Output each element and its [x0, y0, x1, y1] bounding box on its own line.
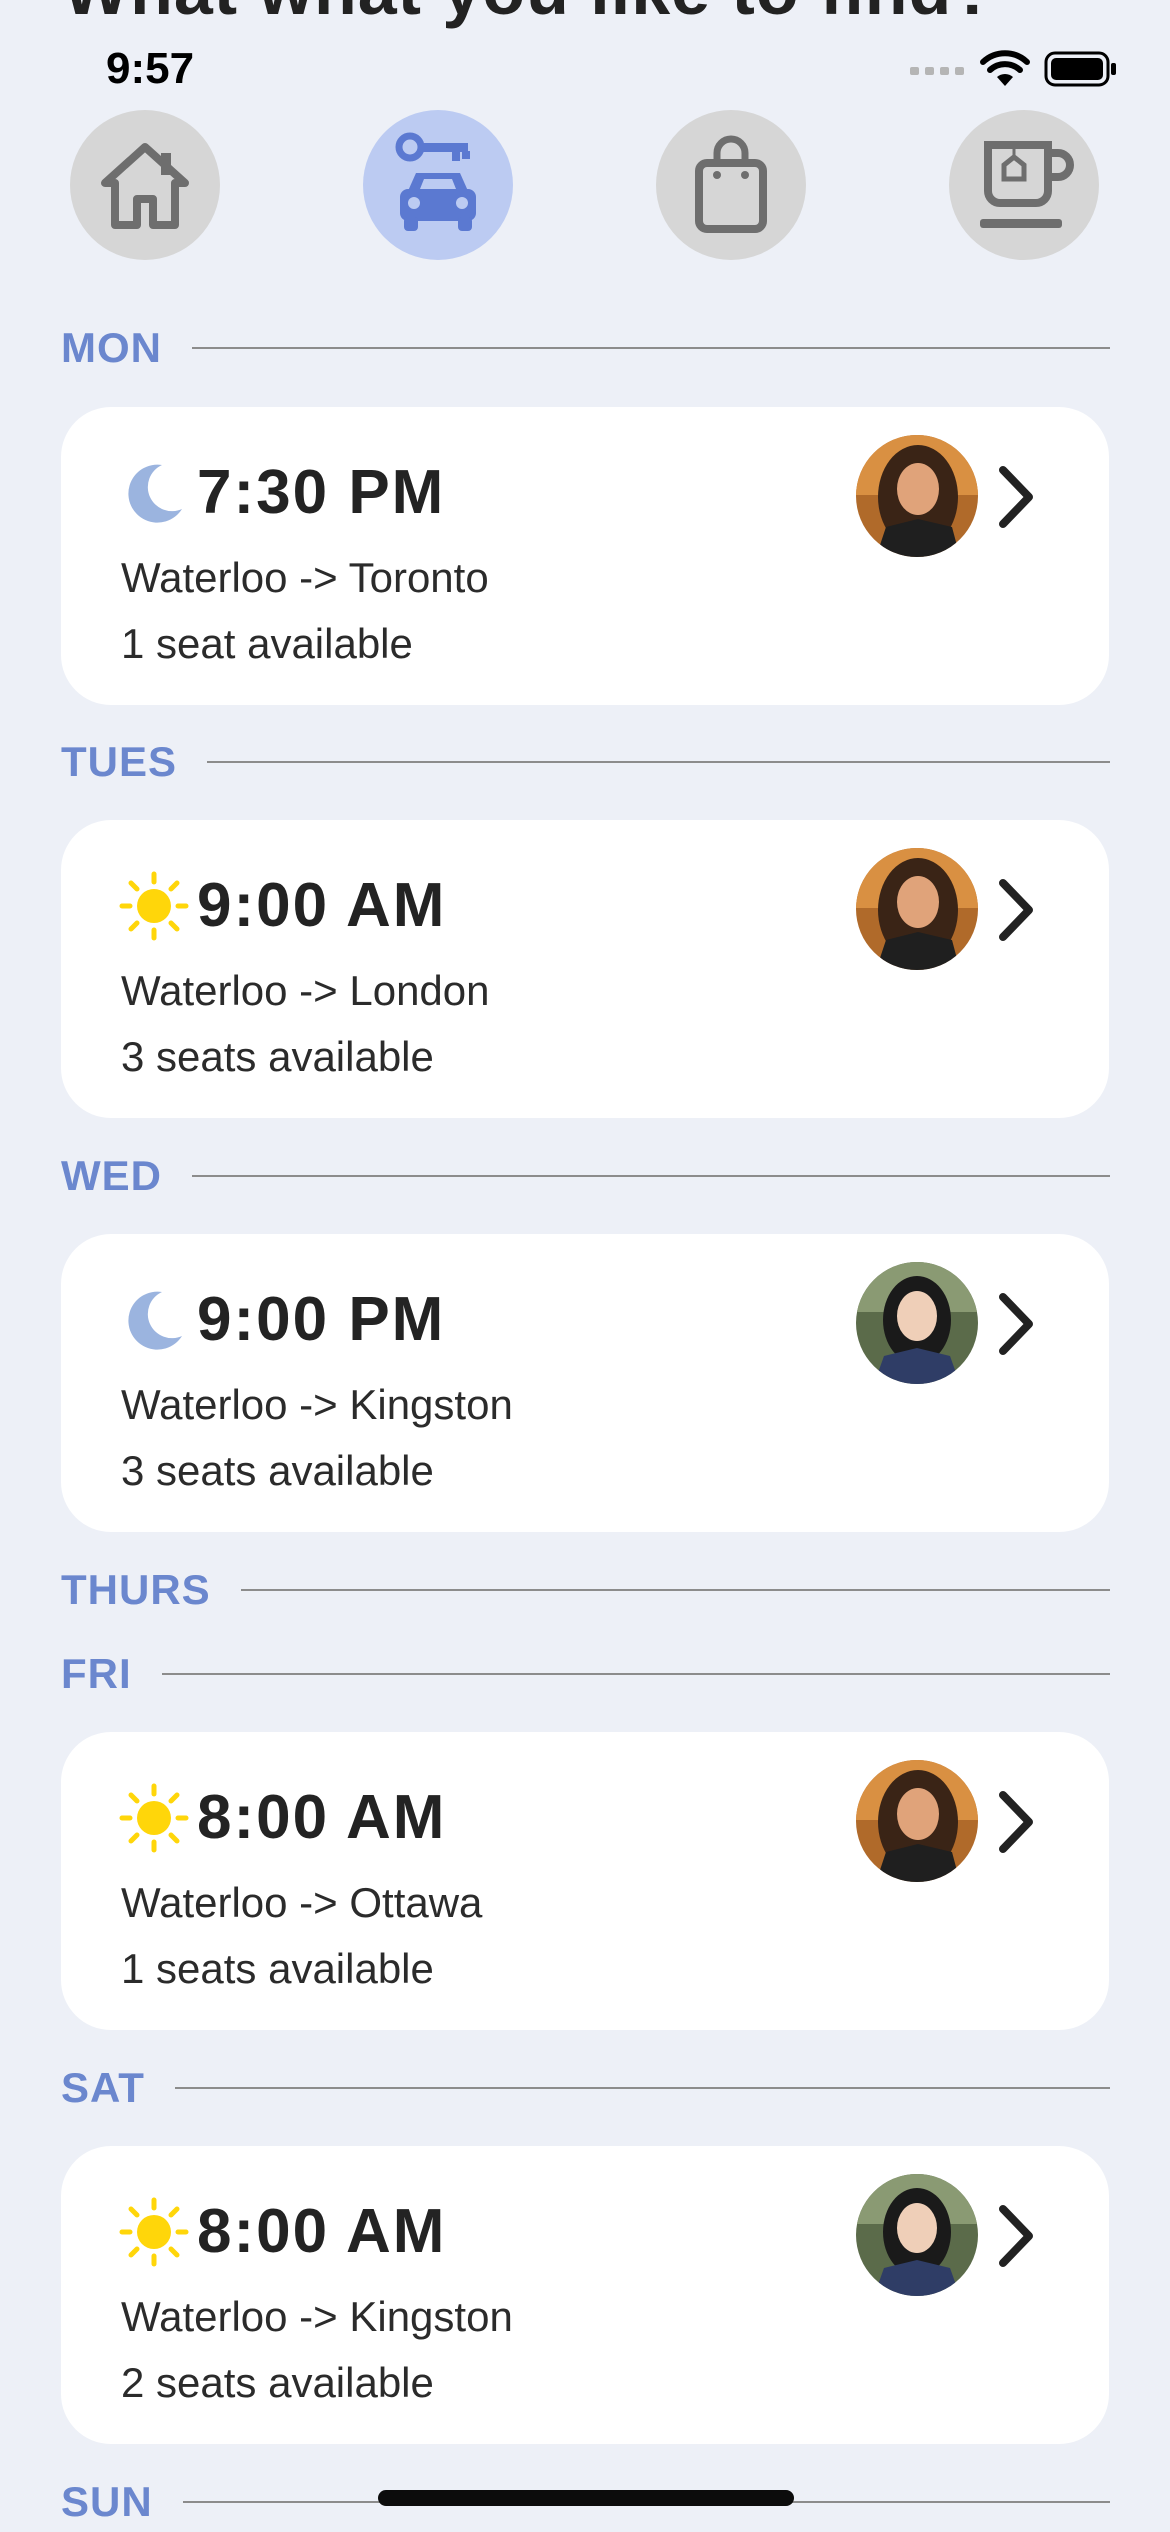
ride-seats: 2 seats available — [121, 2359, 434, 2406]
car-key-icon — [395, 132, 476, 231]
chevron-right-icon[interactable] — [991, 1289, 1041, 1359]
ride-time-row: 8:00 AM — [119, 2196, 446, 2267]
category-home-button[interactable] — [70, 110, 220, 260]
sun-icon — [119, 1783, 189, 1853]
driver-avatar[interactable] — [856, 1760, 978, 1882]
day-label: FRI — [61, 1650, 132, 1697]
screen: What what you like to find? 9:57 — [0, 0, 1170, 2532]
ride-route: Waterloo -> Kingston — [121, 1381, 513, 1428]
divider — [174, 2087, 1110, 2089]
ride-card[interactable]: 9:00 PM Waterloo -> Kingston 3 seats ava… — [61, 1234, 1109, 1532]
ride-time: 8:00 AM — [197, 2197, 447, 2266]
chevron-right-icon[interactable] — [991, 1787, 1041, 1857]
ride-time-row: 7:30 PM — [119, 457, 445, 528]
ride-route: Waterloo -> Ottawa — [121, 1879, 483, 1926]
driver-avatar[interactable] — [856, 1262, 978, 1384]
battery-icon — [1044, 51, 1118, 92]
sun-icon — [119, 871, 189, 941]
sun-icon — [119, 2197, 189, 2267]
ride-route: Waterloo -> Toronto — [121, 554, 489, 601]
coffee-cup-icon — [980, 141, 1074, 228]
ride-card[interactable]: 8:00 AM Waterloo -> Ottawa 1 seats avail… — [61, 1732, 1109, 2030]
ride-time-row: 9:00 PM — [119, 1284, 445, 1355]
day-header-fri: FRI — [61, 1649, 1110, 1699]
day-header-tues: TUES — [61, 737, 1110, 787]
divider — [161, 1673, 1110, 1675]
ride-card[interactable]: 8:00 AM Waterloo -> Kingston 2 seats ava… — [61, 2146, 1109, 2444]
divider — [207, 761, 1110, 763]
chevron-right-icon[interactable] — [991, 462, 1041, 532]
moon-icon — [119, 1285, 189, 1355]
ride-time: 8:00 AM — [197, 1783, 447, 1852]
chevron-right-icon[interactable] — [991, 2201, 1041, 2271]
shopping-bag-icon — [695, 135, 767, 233]
ride-seats: 1 seat available — [121, 620, 413, 667]
ride-time-row: 9:00 AM — [119, 870, 446, 941]
category-car-button[interactable] — [363, 110, 513, 260]
day-header-thurs: THURS — [61, 1565, 1110, 1615]
day-label: MON — [61, 324, 162, 371]
day-header-wed: WED — [61, 1151, 1110, 1201]
driver-avatar[interactable] — [856, 435, 978, 557]
ride-time-row: 8:00 AM — [119, 1782, 446, 1853]
day-label: THURS — [61, 1566, 211, 1613]
category-cafe-button[interactable] — [949, 110, 1099, 260]
ride-time: 9:00 AM — [197, 871, 447, 940]
category-selector — [70, 110, 1100, 260]
status-icons — [910, 50, 1118, 93]
ride-time: 9:00 PM — [197, 1285, 446, 1354]
category-shopping-button[interactable] — [656, 110, 806, 260]
wifi-icon — [980, 50, 1030, 93]
day-label: WED — [61, 1152, 162, 1199]
driver-avatar[interactable] — [856, 2174, 978, 2296]
ride-card[interactable]: 7:30 PM Waterloo -> Toronto 1 seat avail… — [61, 407, 1109, 705]
day-header-mon: MON — [61, 323, 1110, 373]
ride-seats: 3 seats available — [121, 1447, 434, 1494]
ride-seats: 1 seats available — [121, 1945, 434, 1992]
day-header-sat: SAT — [61, 2063, 1110, 2113]
driver-avatar[interactable] — [856, 848, 978, 970]
divider — [192, 347, 1110, 349]
day-label: SUN — [61, 2478, 153, 2525]
signal-icon — [910, 61, 966, 82]
day-label: TUES — [61, 738, 178, 785]
page-heading: What what you like to find? — [63, 0, 996, 30]
moon-icon — [119, 458, 189, 528]
day-label: SAT — [61, 2064, 145, 2111]
ride-route: Waterloo -> Kingston — [121, 2293, 513, 2340]
house-icon — [101, 143, 189, 229]
ride-route: Waterloo -> London — [121, 967, 490, 1014]
ride-seats: 3 seats available — [121, 1033, 434, 1080]
divider — [192, 1175, 1110, 1177]
ride-time: 7:30 PM — [197, 458, 446, 527]
divider — [240, 1589, 1110, 1591]
status-time: 9:57 — [106, 44, 195, 93]
home-indicator[interactable] — [378, 2490, 794, 2506]
chevron-right-icon[interactable] — [991, 875, 1041, 945]
ride-card[interactable]: 9:00 AM Waterloo -> London 3 seats avail… — [61, 820, 1109, 1118]
